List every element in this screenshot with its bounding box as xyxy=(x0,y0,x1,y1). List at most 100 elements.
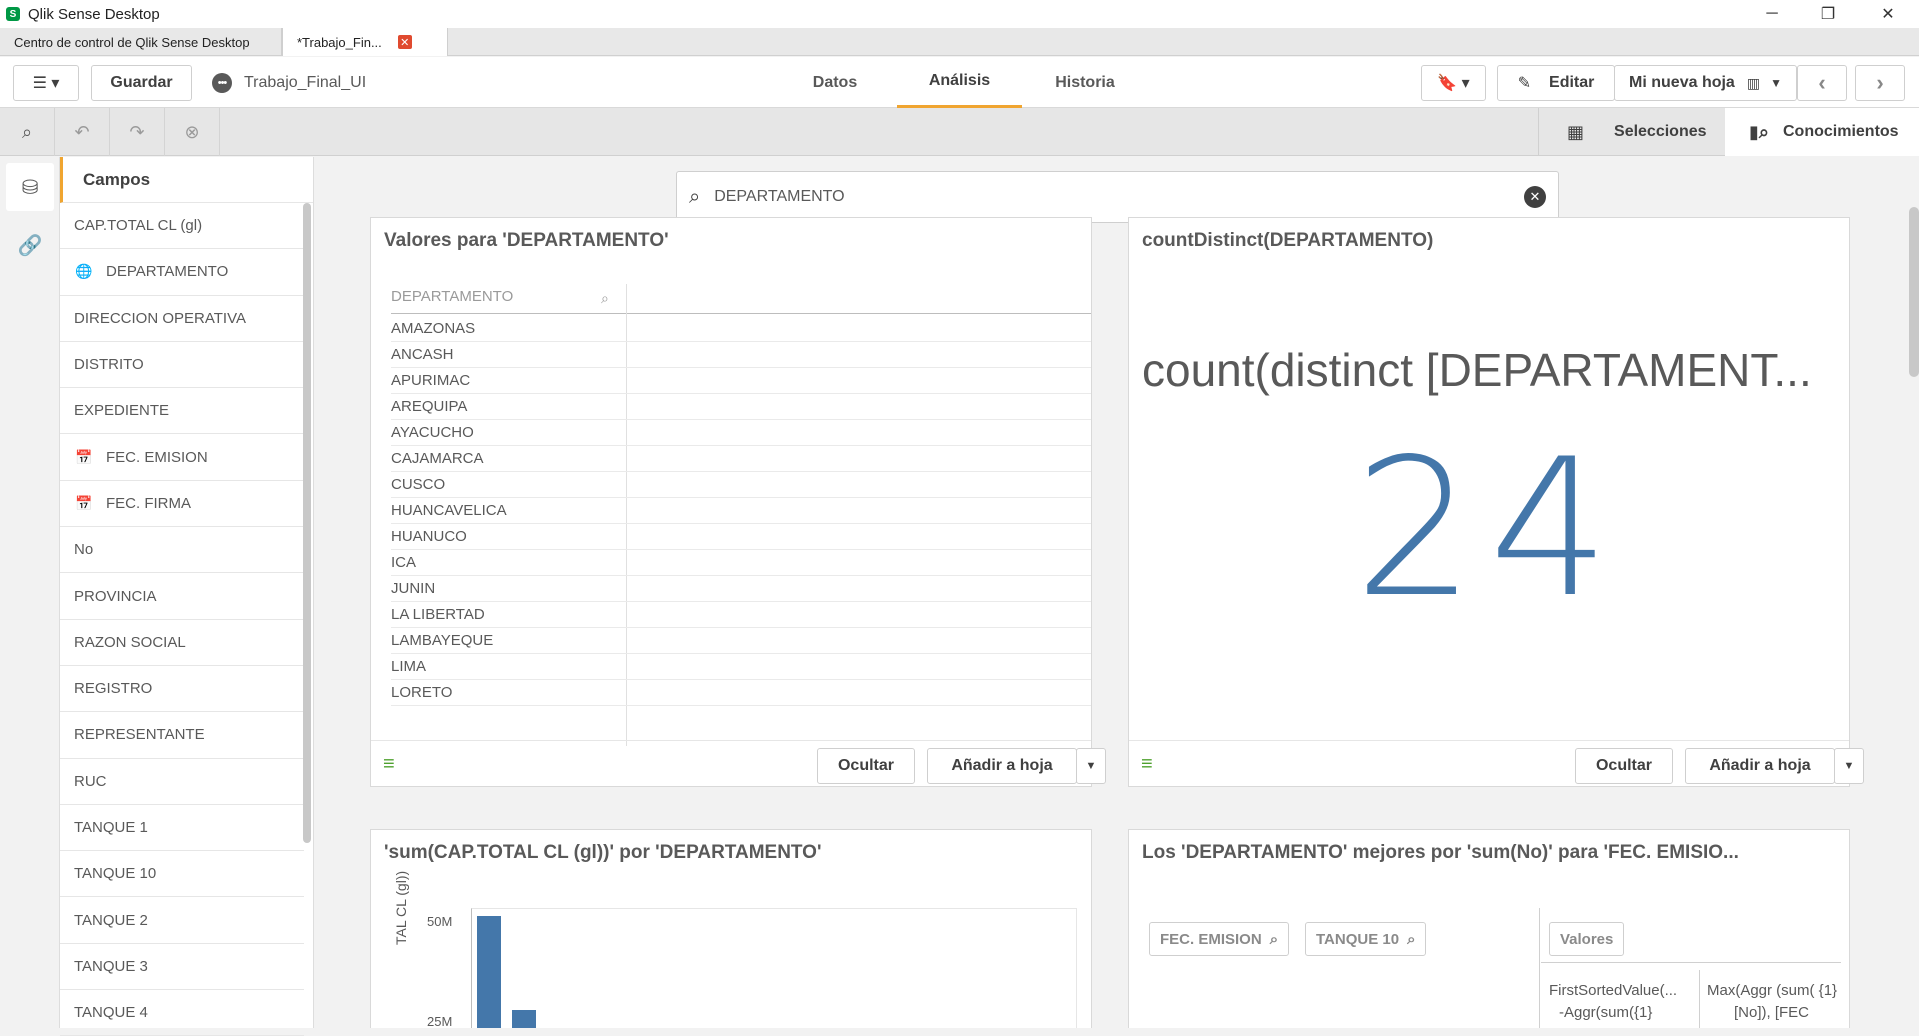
dimension-chip[interactable]: FEC. EMISION ⌕ xyxy=(1149,922,1290,956)
field-label: FEC. FIRMA xyxy=(106,494,191,512)
list-item[interactable]: ICA xyxy=(391,550,1091,576)
insights-icon: ▮⌕ xyxy=(1749,121,1769,142)
list-item[interactable]: HUANCAVELICA xyxy=(391,498,1091,524)
global-menu-button[interactable]: ☰ ▾ xyxy=(13,65,79,101)
field-item[interactable]: PROVINCIA xyxy=(60,573,304,620)
list-item[interactable]: ANCASH xyxy=(391,342,1091,368)
field-item[interactable]: DISTRITO xyxy=(60,342,304,389)
list-item[interactable]: APURIMAC xyxy=(391,368,1091,394)
main-scrollbar[interactable] xyxy=(1909,207,1919,377)
field-item[interactable]: 🌐 DEPARTAMENTO xyxy=(60,249,304,296)
next-sheet-button[interactable]: › xyxy=(1855,65,1905,101)
field-item[interactable]: RAZON SOCIAL xyxy=(60,620,304,666)
field-item[interactable]: DIRECCION OPERATIVA xyxy=(60,296,304,342)
bookmarks-button[interactable]: 🔖 ▾ xyxy=(1421,65,1486,101)
list-item[interactable]: CAJAMARCA xyxy=(391,446,1091,472)
field-item[interactable]: TANQUE 10 xyxy=(60,851,304,898)
close-window-button[interactable]: ✕ xyxy=(1860,0,1916,28)
field-item[interactable]: 📅 FEC. EMISION xyxy=(60,434,304,481)
add-options-button[interactable]: ▼ xyxy=(1076,748,1106,784)
dimension-chip[interactable]: TANQUE 10 ⌕ xyxy=(1305,922,1427,956)
list-item[interactable]: AYACUCHO xyxy=(391,420,1091,446)
tab-app[interactable]: *Trabajo_Fin... ✕ xyxy=(282,28,448,56)
globe-icon: 🌐 xyxy=(75,263,93,280)
close-tab-icon[interactable]: ✕ xyxy=(397,35,412,49)
field-label: TANQUE 4 xyxy=(74,1004,148,1022)
calendar-icon: 📅 xyxy=(75,448,93,465)
values-card-footer: ≡ Ocultar Añadir a hoja ▼ xyxy=(371,740,1106,786)
list-item[interactable]: AREQUIPA xyxy=(391,394,1091,420)
insight-search-box[interactable]: ⌕ DEPARTAMENTO ✕ xyxy=(676,171,1559,223)
field-item[interactable]: REGISTRO xyxy=(60,666,304,713)
fields-scrollbar[interactable] xyxy=(303,203,311,843)
list-item[interactable]: LA LIBERTAD xyxy=(391,602,1091,628)
add-options-button[interactable]: ▼ xyxy=(1834,748,1864,784)
insights-button[interactable]: ▮⌕ Conocimientos xyxy=(1725,108,1919,156)
list-item[interactable]: JUNIN xyxy=(391,576,1091,602)
minimize-button[interactable]: ─ xyxy=(1744,0,1800,28)
list-item[interactable]: LIMA xyxy=(391,654,1091,680)
search-input[interactable]: DEPARTAMENTO xyxy=(714,188,844,206)
field-item[interactable]: TANQUE 3 xyxy=(60,944,304,991)
field-label: PROVINCIA xyxy=(74,587,157,605)
add-to-sheet-button[interactable]: Añadir a hoja xyxy=(1685,748,1835,784)
list-item[interactable]: LAMBAYEQUE xyxy=(391,628,1091,654)
bar[interactable] xyxy=(477,916,501,1028)
field-item[interactable]: TANQUE 2 xyxy=(60,897,304,944)
field-list: CAP.TOTAL CL (gl) 🌐 DEPARTAMENTO DIRECCION … xyxy=(60,203,313,1036)
field-label: No xyxy=(74,541,94,559)
field-label: REPRESENTANTE xyxy=(74,726,205,744)
save-button[interactable]: Guardar xyxy=(91,65,192,101)
table-header-line xyxy=(1541,962,1841,963)
clear-search-icon[interactable]: ✕ xyxy=(1524,186,1546,208)
tab-analisis[interactable]: Análisis xyxy=(897,57,1022,108)
smart-search-icon[interactable]: ⌕ xyxy=(0,108,55,156)
sheet-label: Mi nueva hoja xyxy=(1629,74,1735,91)
tab-hub[interactable]: Centro de control de Qlik Sense Desktop xyxy=(0,28,282,56)
tab-hub-label: Centro de control de Qlik Sense Desktop xyxy=(14,34,250,50)
database-icon: ⛁ xyxy=(21,176,39,199)
field-item[interactable]: 📅 FEC. FIRMA xyxy=(60,481,304,528)
clear-selections-icon[interactable]: ⊗ xyxy=(165,108,220,156)
field-item[interactable]: No xyxy=(60,527,304,574)
hide-button[interactable]: Ocultar xyxy=(1575,748,1673,784)
list-item[interactable]: AMAZONAS xyxy=(391,316,1091,342)
values-card: Valores para 'DEPARTAMENTO' DEPARTAMENTO… xyxy=(370,217,1106,787)
step-forward-icon[interactable]: ↷ xyxy=(110,108,165,156)
list-header: DEPARTAMENTO ⌕ xyxy=(391,284,1091,314)
tab-historia[interactable]: Historia xyxy=(1040,57,1130,108)
table-column-header: -Aggr(sum({1} xyxy=(1559,1004,1653,1021)
hamburger-icon: ☰ ▾ xyxy=(32,75,60,92)
selection-toolbar: ⌕ ↶ ↷ ⊗ ▦ Selecciones ▮⌕ Conocimientos xyxy=(0,108,1919,156)
bookmark-icon: 🔖 ▾ xyxy=(1437,75,1470,92)
tab-datos[interactable]: Datos xyxy=(794,57,876,108)
values-chip[interactable]: Valores xyxy=(1549,922,1625,956)
more-icon[interactable]: ••• xyxy=(212,73,232,93)
selections-button[interactable]: ▦ Selecciones xyxy=(1538,108,1726,156)
window-title-bar: S Qlik Sense Desktop ─ ❐ ✕ xyxy=(0,0,1919,28)
restore-button[interactable]: ❐ xyxy=(1800,0,1856,28)
chevron-down-icon: ▼ xyxy=(1843,760,1855,772)
list-item[interactable]: LORETO xyxy=(391,680,1091,706)
master-items-rail-button[interactable]: 🔗 xyxy=(6,221,54,269)
field-item[interactable]: RUC xyxy=(60,759,304,805)
fields-rail-button[interactable]: ⛁ xyxy=(6,163,54,211)
add-to-sheet-button[interactable]: Añadir a hoja xyxy=(927,748,1077,784)
list-search-icon[interactable]: ⌕ xyxy=(601,290,609,307)
sheet-selector-button[interactable]: Mi nueva hoja ▥ ▼ xyxy=(1614,65,1797,101)
field-item[interactable]: TANQUE 4 xyxy=(60,990,304,1036)
field-item[interactable]: CAP.TOTAL CL (gl) xyxy=(60,203,304,250)
bar[interactable] xyxy=(512,1010,536,1028)
field-item[interactable]: TANQUE 1 xyxy=(60,805,304,852)
edit-button[interactable]: ✎ Editar xyxy=(1497,65,1615,101)
previous-sheet-button[interactable]: ‹ xyxy=(1797,65,1847,101)
hide-button[interactable]: Ocultar xyxy=(817,748,915,784)
insights-label: Conocimientos xyxy=(1783,123,1899,140)
field-label: REGISTRO xyxy=(74,680,153,698)
field-item[interactable]: EXPEDIENTE xyxy=(60,388,304,435)
list-item[interactable]: CUSCO xyxy=(391,472,1091,498)
edit-label: Editar xyxy=(1549,74,1595,91)
list-item[interactable]: HUANUCO xyxy=(391,524,1091,550)
step-back-icon[interactable]: ↶ xyxy=(55,108,110,156)
field-item[interactable]: REPRESENTANTE xyxy=(60,712,304,759)
